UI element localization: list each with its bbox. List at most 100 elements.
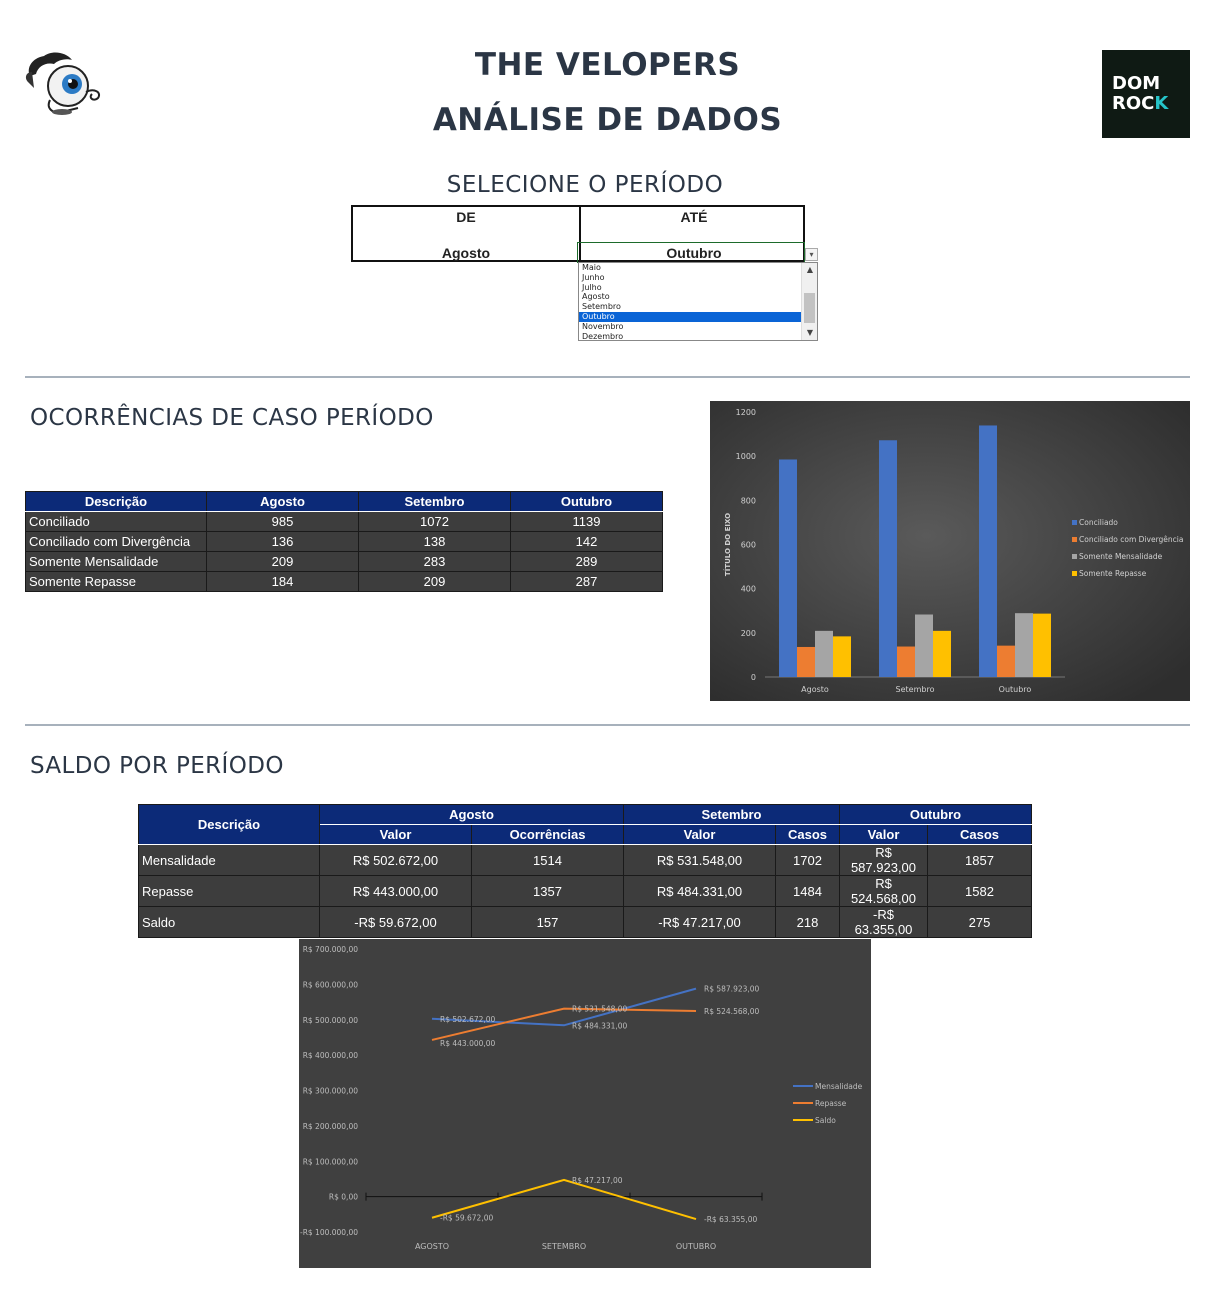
data-label: R$ 587.923,00 — [704, 985, 760, 994]
table-cell: R$ 587.923,00 — [839, 844, 928, 876]
y-tick-label: R$ 300.000,00 — [303, 1087, 359, 1096]
sub-header-ocorrencias: Ocorrências — [471, 824, 624, 845]
bar — [779, 459, 797, 677]
table-cell: 1139 — [510, 511, 663, 532]
dom-rock-logo: DOM ROCK — [1102, 50, 1190, 138]
row-label: Repasse — [138, 875, 320, 907]
table-row: Somente Mensalidade 209 283 289 — [25, 551, 663, 572]
dom-rock-logo-line1: DOM — [1112, 73, 1161, 94]
from-label: DE — [456, 209, 476, 225]
legend-label: Somente Repasse — [1079, 569, 1147, 578]
table-cell: -R$ 63.355,00 — [839, 906, 928, 938]
table-cell: 1514 — [471, 844, 624, 876]
legend-label: Conciliado — [1079, 518, 1118, 527]
legend-label: Saldo — [815, 1116, 836, 1125]
bar — [815, 630, 833, 677]
table-cell: 1582 — [927, 875, 1032, 907]
dropdown-option[interactable]: Novembro — [579, 322, 802, 332]
y-tick-label: 1000 — [736, 452, 756, 461]
legend-swatch — [1072, 571, 1077, 576]
legend-label: Conciliado com Divergência — [1079, 535, 1183, 544]
from-month-cell[interactable]: Agosto — [353, 245, 579, 261]
occurrences-title: OCORRÊNCIAS DE CASO PERÍODO — [30, 405, 434, 431]
dropdown-option[interactable]: Agosto — [579, 292, 802, 302]
data-label: -R$ 63.355,00 — [704, 1215, 757, 1224]
x-tick-label: OUTUBRO — [676, 1242, 716, 1251]
to-month-cell-selection[interactable] — [577, 242, 805, 263]
table-cell: R$ 524.568,00 — [839, 875, 928, 907]
scroll-up-icon[interactable]: ▲ — [802, 263, 817, 277]
table-cell: 157 — [471, 906, 624, 938]
col-header-agosto: Agosto — [319, 804, 624, 825]
dropdown-scrollbar[interactable]: ▲ ▼ — [801, 263, 817, 340]
scroll-down-icon[interactable]: ▼ — [802, 326, 817, 340]
y-tick-label: 1200 — [736, 408, 756, 417]
balance-header-row-1: Descrição Agosto Setembro Outubro — [138, 804, 1032, 845]
table-cell: 1484 — [775, 875, 840, 907]
table-cell: 142 — [510, 531, 663, 552]
table-cell: 283 — [358, 551, 511, 572]
col-header-setembro: Setembro — [358, 491, 511, 512]
table-cell: 1357 — [471, 875, 624, 907]
table-row: Somente Repasse 184 209 287 — [25, 571, 663, 592]
section-divider — [25, 724, 1190, 726]
legend-label: Mensalidade — [815, 1082, 863, 1091]
dropdown-option[interactable]: Junho — [579, 273, 802, 283]
y-tick-label: R$ 500.000,00 — [303, 1016, 359, 1025]
table-cell: R$ 502.672,00 — [319, 844, 472, 876]
table-cell: 138 — [358, 531, 511, 552]
period-selector-title: SELECIONE O PERÍODO — [446, 172, 724, 198]
col-header-outubro: Outubro — [510, 491, 663, 512]
bar — [979, 425, 997, 677]
row-label: Mensalidade — [138, 844, 320, 876]
dropdown-option[interactable]: Setembro — [579, 302, 802, 312]
x-tick-label: Setembro — [896, 685, 935, 694]
data-label: R$ 484.331,00 — [572, 1021, 628, 1030]
sub-header-valor: Valor — [319, 824, 472, 845]
table-cell: 1702 — [775, 844, 840, 876]
row-label: Saldo — [138, 906, 320, 938]
y-tick-label: 400 — [741, 585, 756, 594]
dropdown-arrow-icon[interactable]: ▾ — [805, 248, 818, 261]
bar — [833, 636, 851, 677]
series-line — [431, 1007, 697, 1041]
col-header-agosto: Agosto — [206, 491, 359, 512]
data-label: R$ 443.000,00 — [440, 1039, 496, 1048]
table-cell: -R$ 59.672,00 — [319, 906, 472, 938]
table-row: Conciliado com Divergência 136 138 142 — [25, 531, 663, 552]
balance-title: SALDO POR PERÍODO — [30, 753, 284, 779]
row-label: Somente Mensalidade — [25, 551, 207, 572]
y-tick-label: R$ 700.000,00 — [303, 945, 359, 954]
row-label: Conciliado — [25, 511, 207, 532]
dropdown-option[interactable]: Maio — [579, 263, 802, 273]
occurrences-bar-chart: 0 200 400 600 800 1000 1200 TÍTULO DO EIXO Agost… — [710, 401, 1190, 701]
bar — [997, 645, 1015, 677]
table-cell: 218 — [775, 906, 840, 938]
sub-header-casos: Casos — [775, 824, 840, 845]
dropdown-option[interactable]: Outubro — [579, 311, 802, 322]
table-cell: 209 — [206, 551, 359, 572]
table-row: Mensalidade R$ 502.672,00 1514 R$ 531.548,0… — [138, 844, 1032, 876]
legend-label: Repasse — [815, 1099, 847, 1108]
y-tick-label: 800 — [741, 496, 756, 505]
x-tick-label: AGOSTO — [415, 1242, 449, 1251]
bar — [1015, 613, 1033, 677]
table-cell: R$ 484.331,00 — [623, 875, 776, 907]
dropdown-option[interactable]: Julho — [579, 283, 802, 293]
dom-rock-logo-roc: ROC — [1112, 93, 1155, 114]
table-cell: R$ 443.000,00 — [319, 875, 472, 907]
dropdown-option[interactable]: Dezembro — [579, 332, 802, 340]
month-dropdown-list[interactable]: Maio Junho Julho Agosto Setembro Outubro Novem… — [578, 262, 818, 341]
table-row: Conciliado 985 1072 1139 — [25, 511, 663, 532]
table-cell: 1857 — [927, 844, 1032, 876]
section-divider — [25, 376, 1190, 378]
y-tick-label: R$ 0,00 — [329, 1193, 358, 1202]
scrollbar-thumb[interactable] — [804, 293, 815, 323]
to-label: ATÉ — [680, 209, 708, 225]
data-label: R$ 47.217,00 — [572, 1176, 623, 1185]
page-title: THE VELOPERS — [474, 47, 741, 83]
col-header-setembro: Setembro — [623, 804, 840, 825]
y-tick-label: 200 — [741, 629, 756, 638]
bar — [897, 646, 915, 677]
y-tick-label: -R$ 100.000,00 — [300, 1228, 358, 1237]
